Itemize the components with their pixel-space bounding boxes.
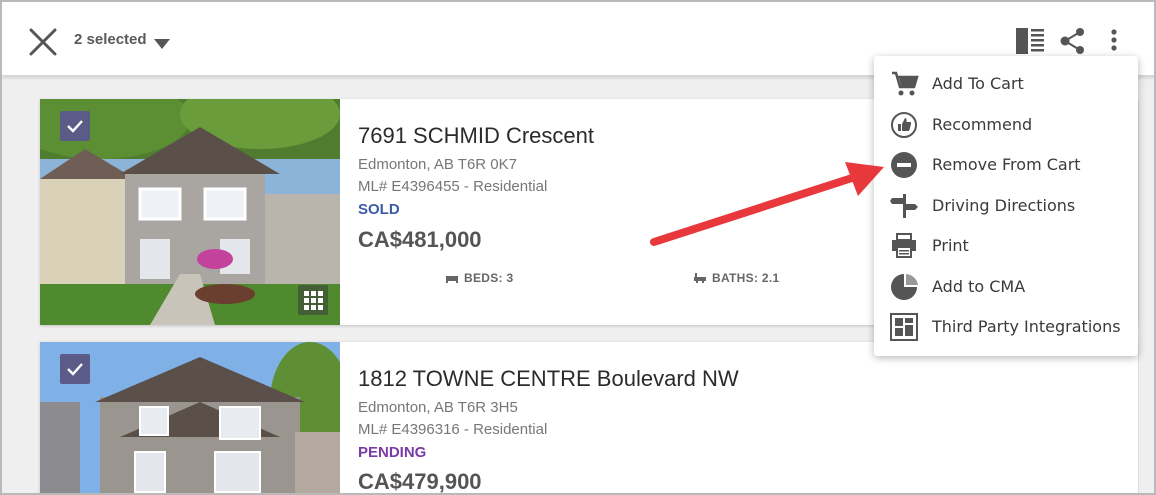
listing-photo[interactable] xyxy=(40,99,340,325)
menu-item-label: Add To Cart xyxy=(932,74,1024,93)
menu-item-add-to-cart[interactable]: Add To Cart xyxy=(874,64,1138,104)
dashboard-icon xyxy=(890,313,920,341)
chevron-down-icon[interactable] xyxy=(154,36,170,54)
menu-item-label: Driving Directions xyxy=(932,196,1076,215)
listing-city: Edmonton, AB T6R 3H5 xyxy=(358,399,518,416)
menu-item-third-party-integrations[interactable]: Third Party Integrations xyxy=(874,307,1138,347)
layout-toggle-icon[interactable] xyxy=(1016,28,1044,59)
listing-city: Edmonton, AB T6R 0K7 xyxy=(358,156,517,173)
listing-price: CA$479,900 xyxy=(358,469,482,494)
listing-beds: BEDS: 3 xyxy=(446,271,513,285)
listing-checkbox[interactable] xyxy=(60,111,90,141)
listing-mls: ML# E4396455 - Residential xyxy=(358,178,548,195)
menu-item-recommend[interactable]: Recommend xyxy=(874,105,1138,145)
more-vert-icon[interactable] xyxy=(1108,28,1120,59)
baths-label: BATHS: 2.1 xyxy=(712,271,780,285)
listing-address[interactable]: 7691 SCHMID Crescent xyxy=(358,123,594,149)
close-icon[interactable] xyxy=(28,27,58,57)
menu-item-label: Recommend xyxy=(932,115,1033,134)
app-frame: 2 selected 7691 SCHMID Crescent Edmonton… xyxy=(0,0,1156,495)
menu-item-driving-directions[interactable]: Driving Directions xyxy=(874,186,1138,226)
cart-icon xyxy=(890,70,920,98)
signpost-icon xyxy=(890,192,920,220)
menu-item-label: Print xyxy=(932,236,969,255)
menu-item-print[interactable]: Print xyxy=(874,226,1138,266)
listing-baths: BATHS: 2.1 xyxy=(694,271,779,285)
listing-status: SOLD xyxy=(358,201,400,218)
bath-icon xyxy=(694,273,706,283)
menu-item-add-to-cma[interactable]: Add to CMA xyxy=(874,267,1138,307)
remove-circle-icon xyxy=(890,151,920,179)
beds-label: BEDS: 3 xyxy=(464,271,514,285)
menu-item-label: Add to CMA xyxy=(932,277,1026,296)
bed-icon xyxy=(446,276,458,283)
menu-item-label: Remove From Cart xyxy=(932,155,1081,174)
listing-card[interactable]: 1812 TOWNE CENTRE Boulevard NW Edmonton,… xyxy=(40,342,1138,494)
menu-item-remove-from-cart[interactable]: Remove From Cart xyxy=(874,145,1138,185)
listing-photo[interactable] xyxy=(40,342,340,493)
gallery-grid-icon[interactable] xyxy=(298,285,328,315)
scrollbar[interactable] xyxy=(1139,78,1154,493)
share-icon[interactable] xyxy=(1060,28,1086,59)
printer-icon xyxy=(890,232,920,260)
thumbs-up-icon xyxy=(890,111,920,139)
actions-menu: Add To Cart Recommend Remove From Cart D… xyxy=(874,56,1138,356)
listing-address[interactable]: 1812 TOWNE CENTRE Boulevard NW xyxy=(358,366,739,392)
listing-price: CA$481,000 xyxy=(358,227,482,252)
pie-chart-icon xyxy=(890,273,920,301)
selected-count[interactable]: 2 selected xyxy=(74,31,147,48)
listing-mls: ML# E4396316 - Residential xyxy=(358,421,548,438)
listing-status: PENDING xyxy=(358,444,427,461)
menu-item-label: Third Party Integrations xyxy=(932,317,1121,336)
listing-checkbox[interactable] xyxy=(60,354,90,384)
